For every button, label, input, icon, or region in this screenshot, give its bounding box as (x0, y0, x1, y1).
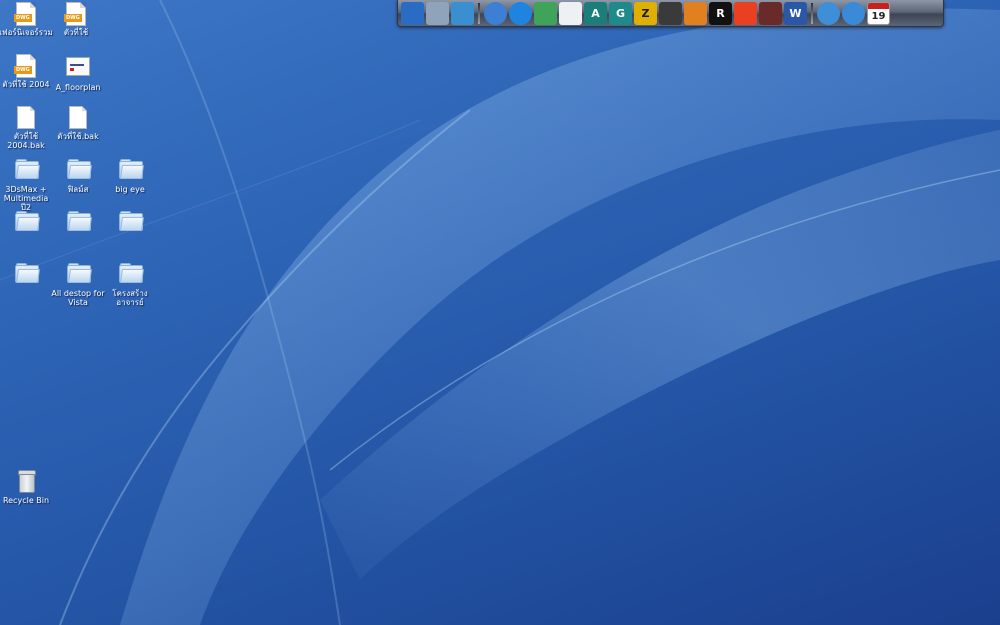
file-icon (17, 106, 35, 129)
folder-icon (67, 263, 92, 283)
finder-icon[interactable] (426, 1, 449, 25)
flower-icon[interactable] (684, 1, 707, 25)
globe-icon[interactable] (484, 1, 507, 25)
folder-icon[interactable]: โครงสร้าง อาจารย์ (102, 260, 158, 307)
dwg-tag: DWG (64, 14, 82, 22)
icon-label: Recycle Bin (2, 496, 50, 505)
file-icon[interactable]: ตัวที่ใช้ 2004.bak (0, 106, 54, 150)
dock-separator (811, 2, 813, 24)
icon-label: ตัวที่ใช้ 2004.bak (7, 132, 45, 150)
dwg-tag: DWG (14, 66, 32, 74)
folder-icon[interactable] (0, 208, 54, 237)
dwg-file-icon[interactable]: DWG ตัวที่ใช้ (48, 2, 104, 37)
calendar-icon[interactable]: 19 (867, 1, 890, 25)
shortcut-file-icon[interactable]: A_floorplan (50, 54, 106, 92)
search-icon[interactable] (817, 1, 840, 25)
icon-label: ตัวที่ใช้.bak (57, 132, 99, 141)
file-icon[interactable]: ตัวที่ใช้.bak (50, 106, 106, 141)
icon-label: big eye (115, 185, 145, 194)
recycle-bin-icon (17, 470, 36, 493)
icon-label: ตัวที่ใช้ 2004 (2, 80, 50, 89)
folder-icon (15, 211, 40, 231)
network-icon[interactable] (401, 1, 424, 25)
icon-label: All destop for Vista (51, 289, 105, 307)
icon-label: ฟิลม์ส (67, 185, 89, 194)
recycle-bin[interactable]: Recycle Bin (0, 470, 54, 505)
shortcut-file-icon (66, 57, 90, 76)
3dsmax-icon[interactable]: G (609, 1, 632, 25)
messenger-icon[interactable] (534, 1, 557, 25)
folder-icon (15, 159, 40, 179)
folder-icon (119, 263, 144, 283)
rockstar-icon[interactable]: R (709, 1, 732, 25)
dwg-tag: DWG (14, 14, 32, 22)
icon-label: โครงสร้าง อาจารย์ (112, 289, 148, 307)
dwg-file-icon: DWG (14, 2, 36, 26)
internet-explorer-icon[interactable] (842, 1, 865, 25)
folder-icon (67, 159, 92, 179)
game-icon[interactable] (659, 1, 682, 25)
folder-icon (15, 263, 40, 283)
feather-icon[interactable] (559, 1, 582, 25)
media-player-icon[interactable] (509, 1, 532, 25)
folder-icon (67, 211, 92, 231)
folder-icon[interactable]: big eye (102, 156, 158, 194)
dwg-file-icon[interactable]: DWG ตัวที่ใช้ 2004 (0, 54, 54, 89)
folder-icon (119, 159, 144, 179)
desktop-wallpaper (0, 0, 1000, 625)
folder-icon[interactable]: All destop for Vista (50, 260, 106, 307)
icon-label: A_floorplan (55, 83, 101, 92)
zbrush-icon[interactable]: Z (634, 1, 657, 25)
folder-icon (119, 211, 144, 231)
clapper-icon[interactable] (759, 1, 782, 25)
photo-app-icon[interactable] (734, 1, 757, 25)
dwg-file-icon: DWG (64, 2, 86, 26)
word-icon[interactable]: W (784, 1, 807, 25)
dwg-file-icon: DWG (14, 54, 36, 78)
folder-icon[interactable]: ฟิลม์ส (50, 156, 106, 194)
app-dock: A G Z R W 19 (397, 0, 944, 27)
dock-separator (478, 2, 480, 24)
icon-label: เฟอร์นิเจอร์รวม (0, 28, 53, 37)
dwg-file-icon[interactable]: DWG เฟอร์นิเจอร์รวม (0, 2, 54, 37)
folder-icon[interactable] (50, 208, 106, 237)
3d-model-icon[interactable] (451, 1, 474, 25)
folder-icon[interactable] (0, 260, 54, 289)
autocad-icon[interactable]: A (584, 1, 607, 25)
file-icon (69, 106, 87, 129)
icon-label: ตัวที่ใช้ (63, 28, 89, 37)
folder-icon[interactable]: 3DsMax + Multimedia ปี2 (0, 156, 54, 212)
folder-icon[interactable] (102, 208, 158, 237)
